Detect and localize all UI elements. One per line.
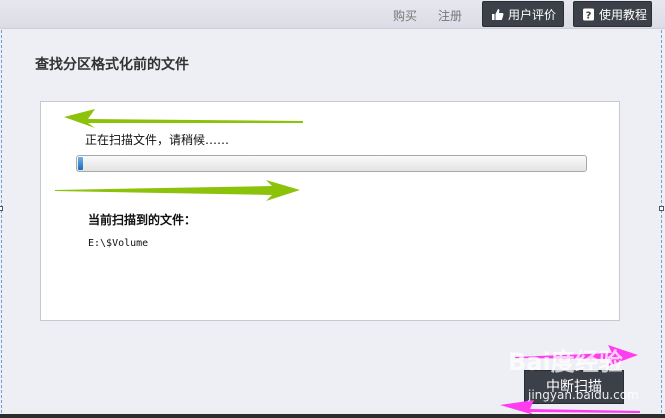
green-arrow-left bbox=[64, 109, 303, 128]
magenta-arrow-left bbox=[500, 400, 640, 415]
window-bottom-edge bbox=[0, 414, 665, 418]
baidu-watermark-url: jingyan.baidu.com bbox=[528, 388, 639, 402]
green-arrow-right bbox=[55, 180, 300, 201]
baidu-watermark: Bai度经验 bbox=[508, 348, 623, 376]
